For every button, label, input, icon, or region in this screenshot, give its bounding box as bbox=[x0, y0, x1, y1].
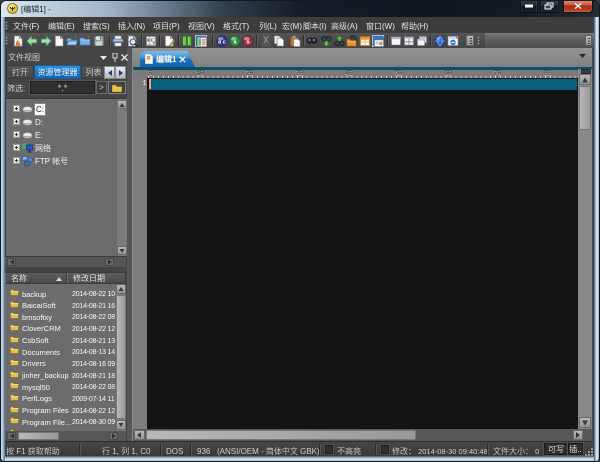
svg-text:a c: a c bbox=[218, 39, 226, 45]
